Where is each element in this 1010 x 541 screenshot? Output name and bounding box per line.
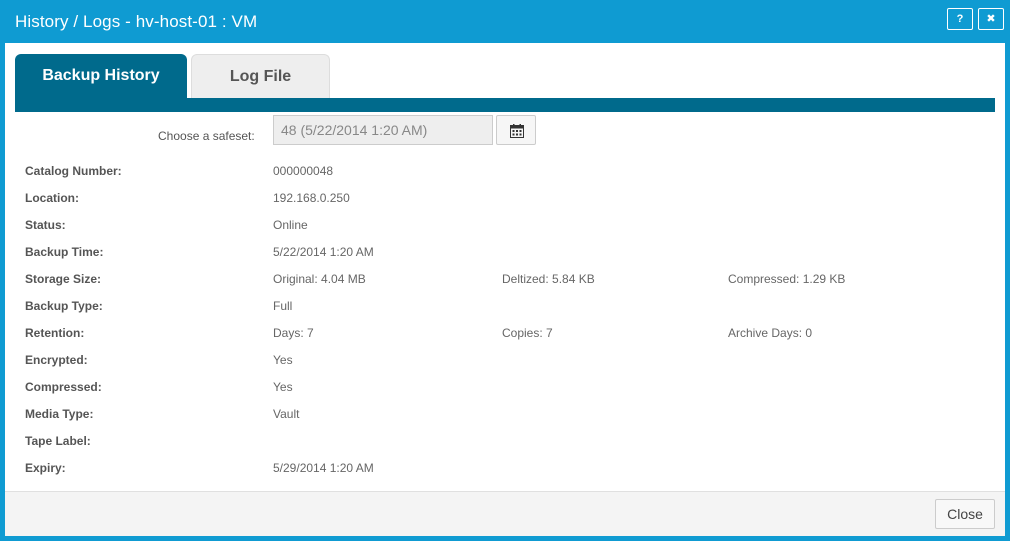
backup-type-label: Backup Type: [25, 299, 103, 313]
retention-copies-value: Copies: 7 [502, 326, 553, 340]
row-media-type: Media Type: Vault [5, 407, 1005, 427]
safeset-label: Choose a safeset: [158, 129, 255, 143]
row-catalog-number: Catalog Number: 000000048 [5, 164, 1005, 184]
compressed-label: Compressed: [25, 380, 102, 394]
storage-original-value: Original: 4.04 MB [273, 272, 366, 286]
dialog-footer: Close [5, 491, 1005, 536]
row-tape-label: Tape Label: [5, 434, 1005, 454]
row-status: Status: Online [5, 218, 1005, 238]
media-type-label: Media Type: [25, 407, 94, 421]
calendar-button[interactable] [496, 115, 536, 145]
encrypted-label: Encrypted: [25, 353, 88, 367]
row-expiry: Expiry: 5/29/2014 1:20 AM [5, 461, 1005, 481]
catalog-number-label: Catalog Number: [25, 164, 122, 178]
status-value: Online [273, 218, 308, 232]
window-title: History / Logs - hv-host-01 : VM [15, 12, 258, 31]
history-logs-dialog: History / Logs - hv-host-01 : VM ? ✖ Bac… [0, 0, 1010, 541]
location-value: 192.168.0.250 [273, 191, 350, 205]
storage-compressed-value: Compressed: 1.29 KB [728, 272, 846, 286]
close-icon[interactable]: ✖ [978, 8, 1004, 30]
retention-archive-days-value: Archive Days: 0 [728, 326, 813, 340]
dialog-body: Backup History Log File Choose a safeset… [5, 43, 1005, 491]
tab-backup-history[interactable]: Backup History [15, 54, 187, 98]
location-label: Location: [25, 191, 79, 205]
catalog-number-value: 000000048 [273, 164, 334, 178]
backup-type-value: Full [273, 299, 293, 313]
media-type-value: Vault [273, 407, 300, 421]
storage-deltized-value: Deltized: 5.84 KB [502, 272, 595, 286]
help-button[interactable]: ? [947, 8, 973, 30]
row-encrypted: Encrypted: Yes [5, 353, 1005, 373]
tape-label-label: Tape Label: [25, 434, 91, 448]
row-compressed: Compressed: Yes [5, 380, 1005, 400]
close-button[interactable]: Close [935, 499, 995, 529]
row-location: Location: 192.168.0.250 [5, 191, 1005, 211]
calendar-icon [510, 124, 524, 138]
status-label: Status: [25, 218, 66, 232]
backup-time-value: 5/22/2014 1:20 AM [273, 245, 374, 259]
storage-size-label: Storage Size: [25, 272, 102, 286]
backup-time-label: Backup Time: [25, 245, 104, 259]
row-backup-time: Backup Time: 5/22/2014 1:20 AM [5, 245, 1005, 265]
safeset-input[interactable]: 48 (5/22/2014 1:20 AM) [273, 115, 493, 145]
row-storage-size: Storage Size: Original: 4.04 MB Deltized… [5, 272, 1005, 292]
tab-log-file[interactable]: Log File [191, 54, 330, 98]
expiry-value: 5/29/2014 1:20 AM [273, 461, 374, 475]
compressed-value: Yes [273, 380, 293, 394]
retention-label: Retention: [25, 326, 85, 340]
retention-days-value: Days: 7 [273, 326, 314, 340]
row-backup-type: Backup Type: Full [5, 299, 1005, 319]
title-bar[interactable]: History / Logs - hv-host-01 : VM ? ✖ [0, 0, 1010, 43]
tab-underline-bar [15, 98, 995, 112]
encrypted-value: Yes [273, 353, 293, 367]
expiry-label: Expiry: [25, 461, 66, 475]
row-retention: Retention: Days: 7 Copies: 7 Archive Day… [5, 326, 1005, 346]
